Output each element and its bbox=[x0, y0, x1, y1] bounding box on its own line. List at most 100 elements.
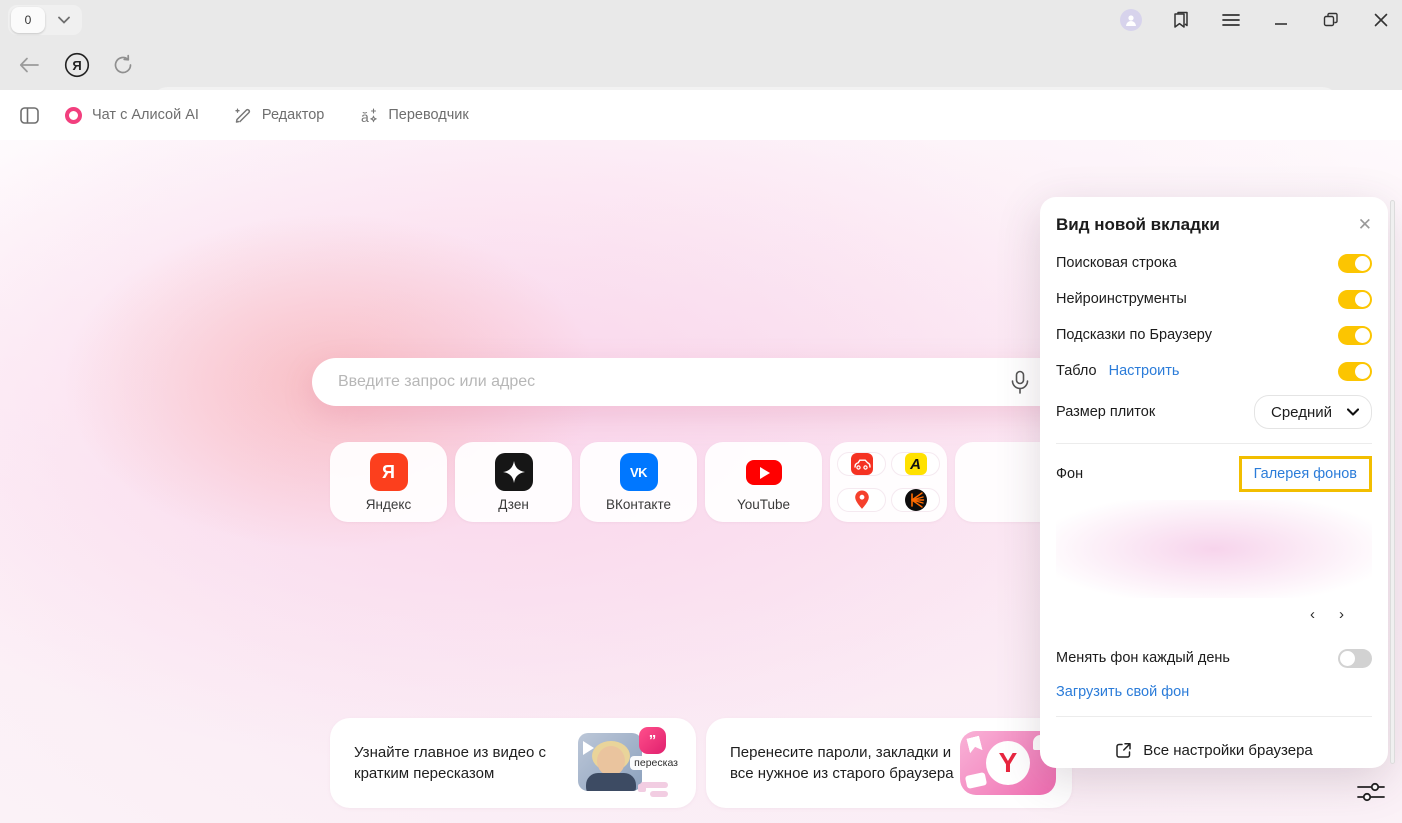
setting-row-tile-size: Размер плиток Средний bbox=[1056, 389, 1372, 435]
dzen-tile-icon bbox=[495, 453, 533, 491]
auto-ru-icon bbox=[851, 453, 873, 475]
yandex-tile-icon: Я bbox=[370, 453, 408, 491]
setting-row-neuro-tools: Нейроинструменты bbox=[1056, 281, 1372, 317]
background-gallery-link[interactable]: Галерея фонов bbox=[1254, 466, 1357, 482]
mini-tile-maps[interactable] bbox=[837, 488, 886, 512]
youtube-tile-icon bbox=[746, 460, 782, 485]
yandex-logo-icon[interactable]: Я bbox=[62, 52, 92, 78]
all-settings-label: Все настройки браузера bbox=[1143, 742, 1313, 759]
all-settings-button[interactable]: Все настройки браузера bbox=[1056, 725, 1372, 775]
tile-label: Дзен bbox=[498, 497, 529, 512]
bookmark-translator[interactable]: ă Переводчик bbox=[358, 106, 468, 125]
tile-label: YouTube bbox=[737, 497, 790, 512]
panel-title: Вид новой вкладки bbox=[1056, 215, 1220, 235]
tile-vkontakte[interactable]: VK ВКонтакте bbox=[580, 442, 697, 522]
setting-label: Нейроинструменты bbox=[1056, 291, 1187, 307]
search-box bbox=[312, 358, 1086, 406]
browser-window: 0 bbox=[0, 0, 1402, 823]
panel-scrollbar[interactable] bbox=[1390, 200, 1395, 764]
card-shape-icon bbox=[965, 772, 987, 789]
setting-row-daily-background: Менять фон каждый день bbox=[1056, 640, 1372, 676]
bookmark-label: Чат с Алисой AI bbox=[92, 107, 199, 123]
tile-label: Яндекс bbox=[366, 497, 411, 512]
play-icon bbox=[583, 741, 594, 755]
tile-label: ВКонтакте bbox=[606, 497, 671, 512]
setting-label: Поисковая строка bbox=[1056, 255, 1177, 271]
external-link-icon bbox=[1115, 742, 1132, 759]
tile-group[interactable]: A bbox=[830, 442, 947, 522]
neuro-tools-toggle[interactable] bbox=[1338, 290, 1372, 309]
promo-text: Перенесите пароли, закладки и все нужное… bbox=[706, 742, 954, 784]
setting-row-search-bar: Поисковая строка bbox=[1056, 245, 1372, 281]
bookmark-label: Переводчик bbox=[388, 107, 468, 123]
search-bar-toggle[interactable] bbox=[1338, 254, 1372, 273]
vk-tile-icon: VK bbox=[620, 453, 658, 491]
mini-tile-auto[interactable] bbox=[837, 452, 886, 476]
bookmarks-panel-icon[interactable] bbox=[1170, 9, 1192, 31]
setting-label: Размер плиток bbox=[1056, 404, 1155, 420]
new-tab-settings-panel: Вид новой вкладки ✕ Поисковая строка Ней… bbox=[1040, 197, 1388, 768]
sidebar-toggle-icon[interactable] bbox=[20, 107, 39, 124]
mini-tile-kinopoisk[interactable] bbox=[891, 488, 940, 512]
quote-badge-icon: ” bbox=[639, 727, 666, 754]
bookmarks-bar: Чат с Алисой AI Редактор ă Переводчик bbox=[0, 90, 1402, 140]
refresh-icon[interactable] bbox=[108, 54, 138, 76]
active-tab[interactable]: 0 bbox=[11, 7, 45, 33]
tile-size-value: Средний bbox=[1271, 404, 1332, 421]
panel-close-icon[interactable]: ✕ bbox=[1358, 215, 1372, 235]
video-summary-illustration: ” пересказ bbox=[578, 730, 682, 796]
minimize-button[interactable] bbox=[1270, 9, 1292, 31]
prev-background-icon[interactable]: ‹ bbox=[1310, 606, 1315, 623]
setting-label: Подсказки по Браузеру bbox=[1056, 327, 1212, 343]
svg-text:ă: ă bbox=[361, 109, 369, 125]
background-preview[interactable] bbox=[1056, 500, 1372, 598]
browser-tips-toggle[interactable] bbox=[1338, 326, 1372, 345]
yandex-browser-logo-icon: Y bbox=[986, 741, 1030, 785]
tile-size-select[interactable]: Средний bbox=[1254, 395, 1372, 429]
gallery-highlight-box: Галерея фонов bbox=[1239, 456, 1372, 492]
profile-avatar[interactable] bbox=[1120, 9, 1142, 31]
close-button[interactable] bbox=[1370, 9, 1392, 31]
pencil-icon bbox=[233, 106, 252, 125]
bookmark-alice-chat[interactable]: Чат с Алисой AI bbox=[65, 107, 199, 124]
shortcut-tiles: Я Яндекс Дзен VK ВКонтакте YouTube bbox=[330, 442, 1072, 522]
title-bar: 0 bbox=[0, 0, 1402, 40]
setting-label: Фон bbox=[1056, 466, 1083, 482]
tile-youtube[interactable]: YouTube bbox=[705, 442, 822, 522]
setting-label: Менять фон каждый день bbox=[1056, 650, 1230, 666]
back-button[interactable] bbox=[14, 57, 44, 73]
promo-text: Узнайте главное из видео с кратким перес… bbox=[330, 742, 578, 784]
tab-list-chevron-icon[interactable] bbox=[45, 16, 82, 24]
alice-icon bbox=[65, 107, 82, 124]
chevron-down-icon bbox=[1347, 408, 1359, 416]
search-input[interactable] bbox=[312, 373, 1086, 391]
maps-pin-icon bbox=[851, 489, 873, 511]
menu-icon[interactable] bbox=[1220, 9, 1242, 31]
next-background-icon[interactable]: › bbox=[1339, 606, 1344, 623]
mini-tile-avito[interactable]: A bbox=[891, 452, 940, 476]
upload-background-link[interactable]: Загрузить свой фон bbox=[1056, 684, 1189, 700]
bookmark-editor[interactable]: Редактор bbox=[233, 106, 324, 125]
setting-row-background: Фон Галерея фонов bbox=[1056, 452, 1372, 496]
tile-yandex[interactable]: Я Яндекс bbox=[330, 442, 447, 522]
toolbar: Я bbox=[0, 40, 1402, 90]
setting-row-browser-tips: Подсказки по Браузеру bbox=[1056, 317, 1372, 353]
tab-label: 0 bbox=[25, 13, 32, 27]
restore-button[interactable] bbox=[1320, 9, 1342, 31]
promo-card-import[interactable]: Перенесите пароли, закладки и все нужное… bbox=[706, 718, 1072, 808]
bookmark-shape-icon bbox=[966, 736, 982, 754]
tablo-configure-link[interactable]: Настроить bbox=[1109, 363, 1180, 379]
kinopoisk-icon bbox=[905, 489, 927, 511]
translator-icon: ă bbox=[358, 106, 378, 125]
tablo-toggle[interactable] bbox=[1338, 362, 1372, 381]
setting-label: Табло bbox=[1056, 363, 1097, 379]
daily-background-toggle[interactable] bbox=[1338, 649, 1372, 668]
avito-icon: A bbox=[905, 453, 927, 475]
promo-card-video-summary[interactable]: Узнайте главное из видео с кратким перес… bbox=[330, 718, 696, 808]
microphone-icon[interactable] bbox=[1009, 370, 1031, 395]
pereskaz-label: пересказ bbox=[630, 756, 682, 770]
tab-group: 0 bbox=[8, 5, 82, 35]
page-settings-icon[interactable] bbox=[1356, 778, 1386, 806]
bookmark-label: Редактор bbox=[262, 107, 324, 123]
tile-dzen[interactable]: Дзен bbox=[455, 442, 572, 522]
